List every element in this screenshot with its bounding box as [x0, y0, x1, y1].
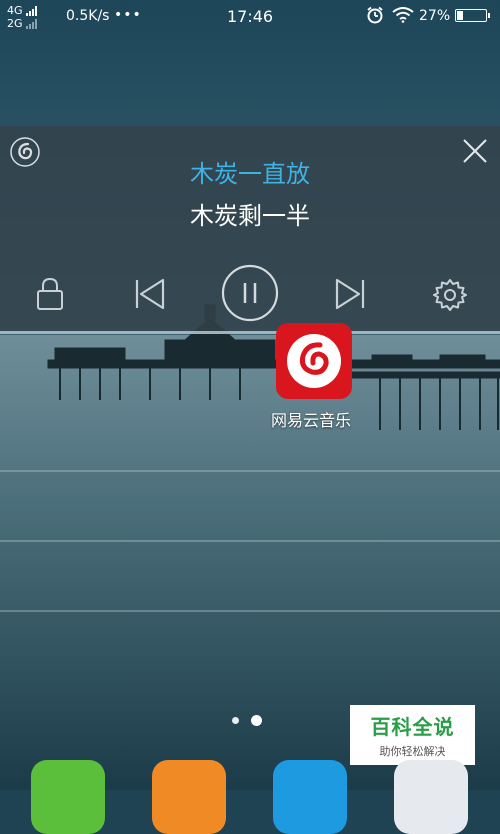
- contacts-icon[interactable]: [152, 760, 226, 834]
- next-icon[interactable]: [334, 278, 366, 310]
- clock: 17:46: [227, 7, 274, 26]
- lock-icon[interactable]: [35, 276, 65, 312]
- browser-icon[interactable]: [394, 760, 468, 834]
- pause-button[interactable]: [221, 264, 279, 322]
- netease-music-app-icon[interactable]: [276, 323, 352, 399]
- signal-icon: [25, 18, 37, 29]
- battery-icon: [455, 9, 490, 22]
- page-dot-2[interactable]: [251, 715, 262, 726]
- song-title: 木炭一直放: [190, 160, 310, 188]
- messages-icon[interactable]: [273, 760, 347, 834]
- network-type-top: 4G: [7, 4, 23, 17]
- battery-level: [457, 11, 464, 20]
- previous-icon[interactable]: [134, 278, 166, 310]
- network-indicator: 4G 2G: [7, 4, 37, 30]
- watermark: 百科全说 助你轻松解决: [350, 705, 475, 765]
- watermark-subtitle: 助你轻松解决: [379, 745, 446, 758]
- panel-divider: [0, 331, 500, 334]
- wallpaper: [0, 0, 500, 790]
- song-subtitle: 木炭剩一半: [190, 202, 310, 230]
- alarm-icon: [366, 6, 384, 28]
- phone-icon[interactable]: [31, 760, 105, 834]
- wifi-icon: [392, 7, 414, 27]
- page-dot-1[interactable]: [232, 717, 239, 724]
- music-lockscreen-panel: 木炭一直放 木炭剩一半: [0, 126, 500, 334]
- watermark-title: 百科全说: [370, 715, 455, 739]
- page-indicator: [232, 715, 262, 726]
- app-netease-cloud-music[interactable]: 网易云音乐: [268, 323, 360, 431]
- battery-percent: 27%: [419, 8, 451, 24]
- signal-icon: [25, 5, 37, 16]
- more-notifications-icon: •••: [114, 7, 142, 23]
- app-label: 网易云音乐: [270, 411, 351, 430]
- network-type-bottom: 2G: [7, 17, 23, 30]
- network-speed: 0.5K/s: [66, 8, 110, 24]
- status-bar: 4G 2G 0.5K/s ••• 17:46 27%: [0, 0, 500, 34]
- settings-icon[interactable]: [433, 278, 467, 312]
